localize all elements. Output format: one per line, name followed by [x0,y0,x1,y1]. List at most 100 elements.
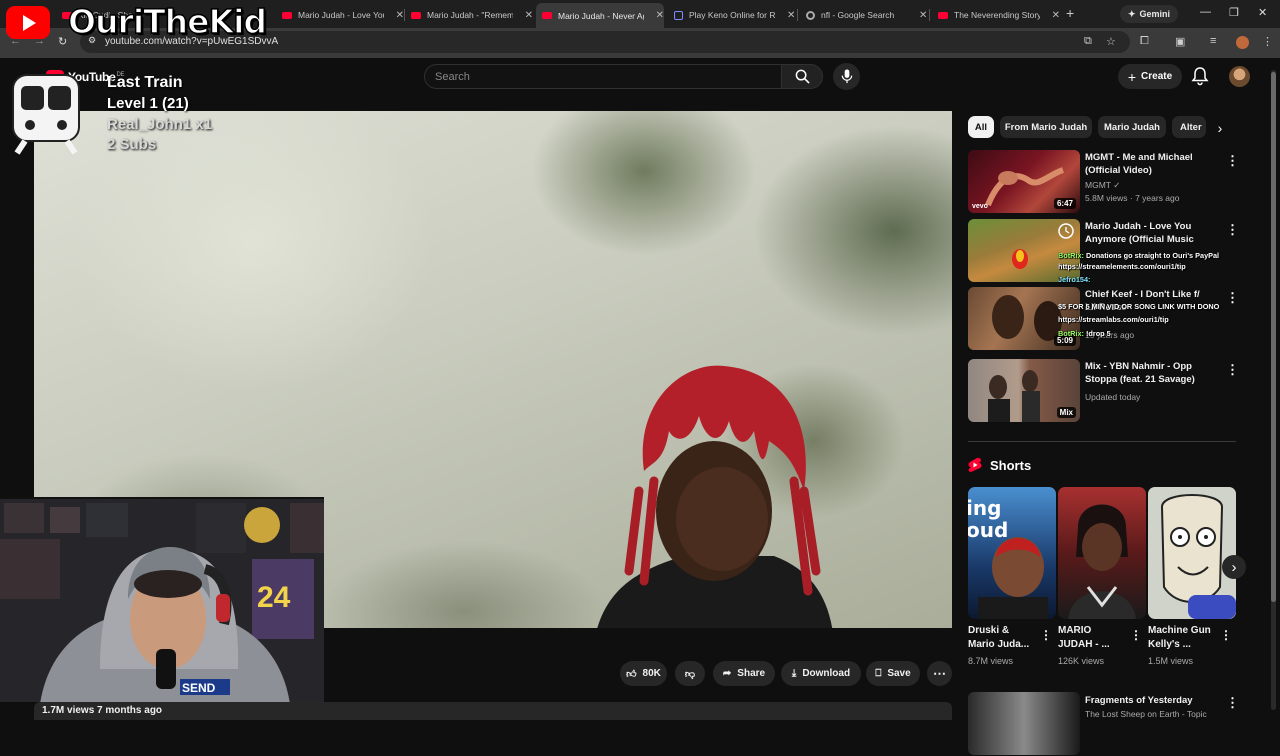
create-button[interactable]: + Create [1118,64,1182,89]
dislike-button[interactable]: 👎︎ [675,661,705,686]
goal-title: Last Train [107,74,183,91]
short-views: 1.5M views [1148,656,1194,666]
close-window-icon[interactable]: ✕ [1258,6,1267,19]
gemini-label: Gemini [1139,9,1171,19]
sub-count: 2 Subs [107,136,157,153]
side-panel-icon[interactable]: ▣ [1175,35,1185,48]
video-title[interactable]: Mix - YBN Nahmir - Opp Stoppa (feat. 21 … [1085,360,1213,387]
thumbnail-art: ingoud [968,496,1048,619]
account-avatar[interactable] [1229,66,1250,87]
chip-from-mario-judah[interactable]: From Mario Judah [1000,116,1092,138]
close-tab-icon[interactable]: ✕ [1052,10,1060,21]
latest-sub-user: Real_John1 x1 [107,116,213,133]
close-tab-icon[interactable]: ✕ [656,10,664,21]
close-tab-icon[interactable]: ✕ [396,10,404,21]
shorts-next-icon[interactable]: › [1222,555,1246,579]
goal-level: Level 1 (21) [107,95,189,112]
like-button[interactable]: 👍︎ 80K [620,661,667,686]
svg-text:oud: oud [968,518,1008,542]
browser-tab[interactable]: Mario Judah - "Rememb ✕ [405,4,533,26]
description-box[interactable] [34,702,952,720]
close-tab-icon[interactable]: ✕ [525,10,533,21]
chat-message: https://streamlabs.com/ouri1/tip [1058,314,1280,325]
search-input[interactable]: Search [424,64,782,89]
download-icon: ⤓ [791,668,797,679]
chat-text: https://streamlabs.com/ouri1/tip [1058,315,1169,324]
voice-search-button[interactable] [833,63,860,90]
restore-window-icon[interactable]: ❐ [1229,6,1239,19]
gemini-button[interactable]: ✦ Gemini [1120,5,1179,23]
browser-tab[interactable]: Play Keno Online for Re ✕ [668,4,796,26]
video-thumbnail[interactable]: Mix [968,359,1080,422]
recommended-video[interactable]: vevo 6:47 MGMT - Me and Michael (Officia… [968,150,1268,214]
chip-mario-judah[interactable]: Mario Judah [1098,116,1166,138]
close-tab-icon[interactable]: ✕ [787,10,795,21]
google-favicon-icon [806,10,815,20]
svg-text:24: 24 [257,581,291,614]
video-title[interactable]: MGMT - Me and Michael (Official Video) [1085,151,1213,177]
microphone-icon [841,69,852,84]
browser-tab[interactable]: Mario Judah - Love You ✕ [276,4,404,26]
browser-menu-icon[interactable]: ⋮ [1262,35,1273,48]
chat-username: BotRix: [1058,251,1084,260]
more-options-icon[interactable]: ⋮ [1226,153,1239,169]
new-tab-button[interactable]: + [1066,5,1074,21]
video-title[interactable]: Fragments of Yesterday [1085,694,1213,707]
tab-divider [797,9,798,21]
minimize-window-icon[interactable]: — [1200,6,1211,18]
chevron-right-icon[interactable]: › [1211,119,1229,137]
close-tab-icon[interactable]: ✕ [919,10,927,21]
short-thumbnail[interactable] [1058,487,1146,619]
recommended-video[interactable]: Fragments of Yesterday The Lost Sheep on… [968,692,1268,756]
channel-name[interactable]: The Lost Sheep on Earth - Topic [1085,709,1207,719]
short-thumbnail[interactable] [1148,487,1236,619]
short-title[interactable]: Druski & Mario Juda... [968,624,1038,652]
recommended-video[interactable]: Mix Mix - YBN Nahmir - Opp Stoppa (feat.… [968,359,1268,423]
profile-avatar-icon[interactable] [1236,36,1249,49]
more-options-icon[interactable]: ⋮ [1226,362,1239,378]
more-options-icon[interactable]: ⋮ [1220,628,1232,642]
thumbnail-art [1160,494,1236,619]
chat-text: Donations go straight to Ouri's PayPal [1083,251,1220,260]
share-icon: ➦ [722,668,732,679]
more-options-icon[interactable]: ⋮ [1130,628,1142,642]
video-frame-person [597,365,833,628]
short-title[interactable]: MARIO JUDAH - ... [1058,624,1128,652]
search-button[interactable] [781,64,823,89]
channel-name-text: MGMT [1085,180,1111,190]
thumbs-up-icon: 👍︎ [626,668,637,680]
bookmark-star-icon[interactable]: ☆ [1106,35,1116,48]
chip-alter[interactable]: Alter [1172,116,1206,138]
download-button[interactable]: ⤓ Download [781,661,861,686]
chip-all[interactable]: All [968,116,994,138]
notifications-bell-icon[interactable] [1190,66,1210,86]
chat-message: $5 FOR 5 MIN VID OR SONG LINK WITH DONO [1058,301,1280,312]
channel-name[interactable]: MGMT ✓ [1085,180,1120,191]
download-label: Download [802,668,851,679]
install-app-icon[interactable]: ⧉ [1084,35,1092,48]
youtube-overlay-logo-icon [6,6,50,39]
extensions-icon[interactable]: ⧠ [1140,35,1149,48]
chat-message: Jefro154: [1058,274,1280,285]
media-controls-icon[interactable]: ≡ [1210,35,1216,47]
reload-icon[interactable]: ↻ [58,35,67,48]
more-options-icon[interactable]: ⋮ [1040,628,1052,642]
save-button[interactable]: ⎕ Save [866,661,920,686]
chat-username: BotRix: [1058,329,1084,338]
thumbnail-art [1068,504,1136,619]
share-button[interactable]: ➦ Share [713,661,775,686]
train-icon [12,74,80,155]
scrollbar-thumb[interactable] [1271,72,1276,602]
short-thumbnail[interactable]: ing oud [968,487,1056,619]
browser-tab[interactable]: The Neverending Story ✕ [932,4,1060,26]
video-thumbnail[interactable] [968,692,1080,755]
browser-tab[interactable]: nfl - Google Search ✕ [800,4,928,26]
keno-favicon-icon [674,10,683,20]
browser-tab-active[interactable]: Mario Judah - Never Ag ✕ [536,3,664,28]
chat-text: https://streamelements.com/ouri1/tip [1058,262,1186,271]
more-actions-button[interactable]: ⋯ [927,661,952,686]
video-meta: Updated today [1085,392,1141,402]
short-title[interactable]: Machine Gun Kelly's ... [1148,624,1218,652]
more-options-icon[interactable]: ⋮ [1226,695,1239,711]
video-thumbnail[interactable]: vevo 6:47 [968,150,1080,213]
